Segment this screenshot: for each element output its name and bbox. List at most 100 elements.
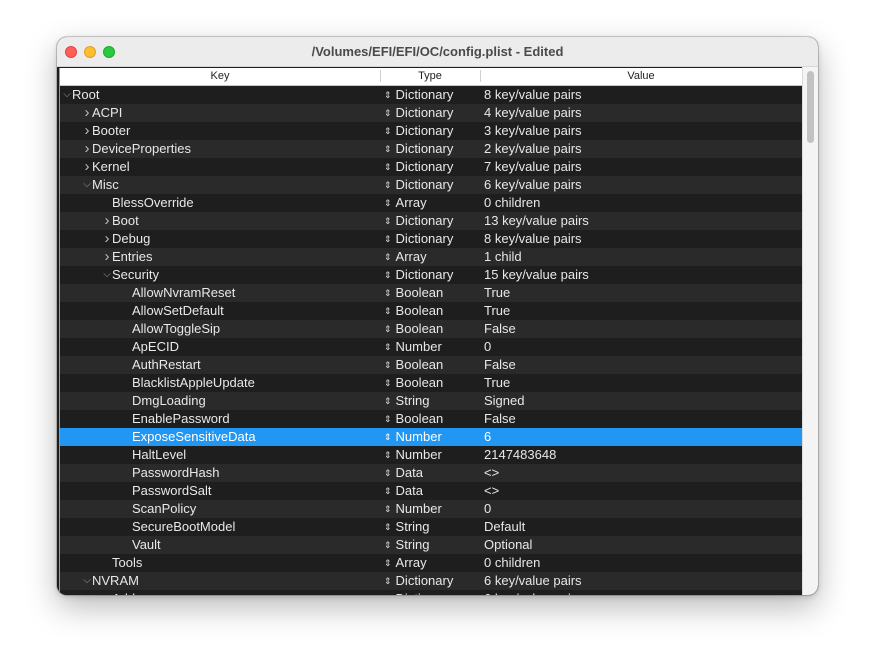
row-value[interactable]: Optional: [484, 536, 532, 554]
row-value[interactable]: 2 key/value pairs: [484, 140, 582, 158]
chevron-down-icon[interactable]: ⌵: [82, 572, 92, 590]
row-value[interactable]: 15 key/value pairs: [484, 266, 589, 284]
row-key[interactable]: Tools: [112, 554, 142, 572]
row-key[interactable]: Boot: [112, 212, 139, 230]
vertical-scrollbar[interactable]: [802, 67, 818, 595]
chevron-right-icon[interactable]: ›: [102, 590, 112, 595]
chevron-down-icon[interactable]: ⌵: [62, 86, 72, 104]
row-key[interactable]: Debug: [112, 230, 150, 248]
table-row[interactable]: › Boot ⇕ Dictionary 13 key/value pairs: [60, 212, 802, 230]
row-key[interactable]: Vault: [132, 536, 161, 554]
row-value[interactable]: 0: [484, 500, 491, 518]
row-type-popup[interactable]: ⇕Dictionary: [384, 176, 453, 195]
row-type-popup[interactable]: ⇕ Number: [384, 338, 442, 357]
chevron-right-icon[interactable]: ›: [102, 248, 112, 266]
row-type-popup[interactable]: ⇕ Number: [384, 428, 442, 447]
row-key[interactable]: AuthRestart: [132, 356, 201, 374]
row-key[interactable]: BlacklistAppleUpdate: [132, 374, 255, 392]
row-key[interactable]: AllowToggleSip: [132, 320, 220, 338]
row-value[interactable]: 6 key/value pairs: [484, 572, 582, 590]
row-type-popup[interactable]: ⇕ Number: [384, 446, 442, 465]
table-row[interactable]: BlessOverride ⇕ Array 0 children: [60, 194, 802, 212]
row-key[interactable]: Root: [72, 86, 99, 104]
row-key[interactable]: PasswordSalt: [132, 482, 211, 500]
row-key[interactable]: ApECID: [132, 338, 179, 356]
row-value[interactable]: 13 key/value pairs: [484, 212, 589, 230]
row-type-popup[interactable]: ⇕ Data: [384, 482, 423, 501]
row-value[interactable]: 0 children: [484, 554, 540, 572]
row-value[interactable]: 1 child: [484, 248, 522, 266]
row-value[interactable]: False: [484, 410, 516, 428]
row-type-popup[interactable]: ⇕Dictionary: [384, 122, 453, 141]
row-value[interactable]: True: [484, 302, 510, 320]
row-value[interactable]: Default: [484, 518, 525, 536]
table-row[interactable]: ⌵ Misc ⇕ Dictionary 6 key/value pairs: [60, 176, 802, 194]
row-type-popup[interactable]: ⇕ Data: [384, 464, 423, 483]
row-key[interactable]: SecureBootModel: [132, 518, 235, 536]
row-value[interactable]: False: [484, 356, 516, 374]
table-row[interactable]: ⌵ Security ⇕ Dictionary 15 key/value pairs: [60, 266, 802, 284]
row-type-popup[interactable]: ⇕ String: [384, 392, 430, 411]
column-header-value[interactable]: Value: [480, 70, 802, 82]
scrollbar-thumb[interactable]: [807, 71, 814, 143]
table-row[interactable]: › Entries ⇕ Array 1 child: [60, 248, 802, 266]
row-key[interactable]: PasswordHash: [132, 464, 219, 482]
row-value[interactable]: 8 key/value pairs: [484, 230, 582, 248]
row-value[interactable]: 7 key/value pairs: [484, 158, 582, 176]
row-key[interactable]: NVRAM: [92, 572, 139, 590]
table-row[interactable]: Vault ⇕ String Optional: [60, 536, 802, 554]
row-value[interactable]: 0 children: [484, 194, 540, 212]
row-value[interactable]: 6: [484, 428, 491, 446]
row-type-popup[interactable]: ⇕ Boolean: [384, 410, 443, 429]
table-row[interactable]: AllowNvramReset ⇕ Boolean True: [60, 284, 802, 302]
table-row[interactable]: ›Add ⇕ Dictionary 6 key/value pairs: [60, 590, 802, 595]
row-type-popup[interactable]: ⇕Dictionary: [384, 86, 453, 105]
row-value[interactable]: False: [484, 320, 516, 338]
row-key[interactable]: ScanPolicy: [132, 500, 196, 518]
row-value[interactable]: <>: [484, 482, 499, 500]
table-row[interactable]: ScanPolicy ⇕ Number 0: [60, 500, 802, 518]
row-key[interactable]: Add: [112, 590, 135, 595]
table-row[interactable]: AllowSetDefault ⇕ Boolean True: [60, 302, 802, 320]
row-key[interactable]: HaltLevel: [132, 446, 186, 464]
table-row[interactable]: AllowToggleSip ⇕ Boolean False: [60, 320, 802, 338]
row-value[interactable]: True: [484, 284, 510, 302]
chevron-right-icon[interactable]: ›: [82, 158, 92, 176]
table-row[interactable]: ⌵ Root ⇕ Dictionary 8 key/value pairs: [60, 86, 802, 104]
row-type-popup[interactable]: ⇕ String: [384, 518, 430, 537]
row-type-popup[interactable]: ⇕ Number: [384, 500, 442, 519]
row-type-popup[interactable]: ⇕Dictionary: [384, 266, 453, 285]
chevron-right-icon[interactable]: ›: [82, 140, 92, 158]
table-row[interactable]: › ACPI ⇕ Dictionary 4 key/value pairs: [60, 104, 802, 122]
row-type-popup[interactable]: ⇕ Array: [384, 554, 427, 573]
table-row[interactable]: ⌵ NVRAM ⇕ Dictionary 6 key/value pairs: [60, 572, 802, 590]
row-value[interactable]: 6 key/value pairs: [484, 176, 582, 194]
row-key[interactable]: Security: [112, 266, 159, 284]
chevron-right-icon[interactable]: ›: [82, 122, 92, 140]
row-type-popup[interactable]: ⇕ Boolean: [384, 320, 443, 339]
table-row[interactable]: HaltLevel ⇕ Number 2147483648: [60, 446, 802, 464]
table-row[interactable]: › Booter ⇕ Dictionary 3 key/value pairs: [60, 122, 802, 140]
row-value[interactable]: 6 key/value pairs: [484, 590, 582, 595]
title-bar[interactable]: /Volumes/EFI/EFI/OC/config.plist - Edite…: [57, 37, 818, 67]
row-key[interactable]: BlessOverride: [112, 194, 194, 212]
row-type-popup[interactable]: ⇕Dictionary: [384, 230, 453, 249]
chevron-down-icon[interactable]: ⌵: [82, 176, 92, 194]
row-key[interactable]: Kernel: [92, 158, 130, 176]
row-value[interactable]: 2147483648: [484, 446, 556, 464]
column-header-key[interactable]: Key: [60, 70, 380, 82]
chevron-down-icon[interactable]: ⌵: [102, 266, 112, 284]
table-row[interactable]: › Kernel ⇕ Dictionary 7 key/value pairs: [60, 158, 802, 176]
table-row[interactable]: SecureBootModel ⇕ String Default: [60, 518, 802, 536]
table-row[interactable]: PasswordSalt ⇕ Data <>: [60, 482, 802, 500]
row-key[interactable]: AllowSetDefault: [132, 302, 224, 320]
row-type-popup[interactable]: ⇕ Boolean: [384, 302, 443, 321]
row-value[interactable]: Signed: [484, 392, 524, 410]
row-type-popup[interactable]: ⇕Dictionary: [384, 140, 453, 159]
row-type-popup[interactable]: ⇕ Array: [384, 194, 427, 213]
row-key[interactable]: ACPI: [92, 104, 122, 122]
row-type-popup[interactable]: ⇕ Boolean: [384, 374, 443, 393]
row-key[interactable]: AllowNvramReset: [132, 284, 235, 302]
table-row[interactable]: ApECID ⇕ Number 0: [60, 338, 802, 356]
row-value[interactable]: 8 key/value pairs: [484, 86, 582, 104]
